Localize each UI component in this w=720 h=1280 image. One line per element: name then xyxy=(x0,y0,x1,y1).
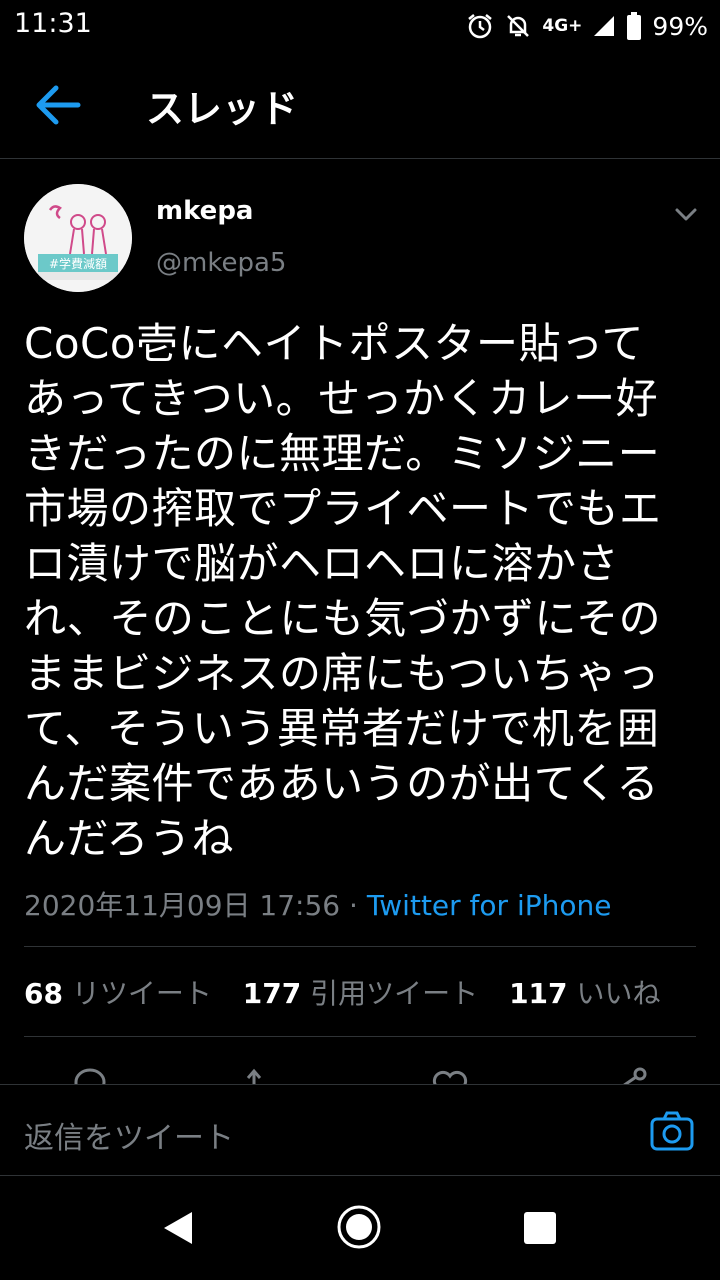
tweet-source[interactable]: Twitter for iPhone xyxy=(367,889,612,922)
tweet-stats: 68 リツイート 177 引用ツイート 117 いいね xyxy=(24,972,682,1012)
retweets-label: リツイート xyxy=(71,977,212,1010)
likes-count: 117 xyxy=(509,977,568,1010)
battery-percent: 99% xyxy=(652,11,708,41)
status-time: 11:31 xyxy=(14,8,92,39)
meta-separator: · xyxy=(340,889,367,922)
tweet-text: CoCo壱にヘイトポスター貼って あってきつい。せっかくカレー好 きだったのに無… xyxy=(24,319,662,863)
likes-stat[interactable]: 117 いいね xyxy=(509,977,660,1010)
notifications-off-icon xyxy=(507,15,530,37)
tweet-actions xyxy=(0,1060,720,1084)
nav-recents-icon[interactable] xyxy=(524,1212,556,1244)
signal-icon xyxy=(594,16,615,36)
status-icons: 4G+ 99% xyxy=(466,8,708,44)
tweet-timestamp[interactable]: 2020年11月09日 17:56 xyxy=(24,889,340,922)
quotes-label: 引用ツイート xyxy=(310,977,479,1010)
avatar-label: #学費減額 xyxy=(49,256,107,271)
network-type: 4G+ xyxy=(542,16,583,36)
divider xyxy=(24,946,696,947)
system-nav-bar xyxy=(0,1176,720,1280)
reply-input[interactable]: 返信をツイート xyxy=(24,1113,234,1157)
quotes-stat[interactable]: 177 引用ツイート xyxy=(243,977,478,1010)
top-app-bar: スレッド xyxy=(0,52,720,159)
page-title: スレッド xyxy=(146,87,299,131)
retweet-icon[interactable] xyxy=(246,1066,286,1084)
retweets-count: 68 xyxy=(24,977,63,1010)
back-arrow-icon[interactable] xyxy=(32,82,82,128)
nav-back-icon[interactable] xyxy=(162,1210,194,1246)
share-icon[interactable] xyxy=(610,1066,650,1084)
author-name[interactable]: mkepa xyxy=(156,196,253,226)
camera-icon[interactable] xyxy=(650,1111,694,1151)
chevron-down-icon[interactable] xyxy=(672,202,700,226)
avatar[interactable]: #学費減額 xyxy=(24,184,132,292)
retweets-stat[interactable]: 68 リツイート xyxy=(24,977,212,1010)
reply-icon[interactable] xyxy=(72,1066,110,1084)
avatar-illustration: #学費減額 xyxy=(24,184,132,292)
tweet-meta: 2020年11月09日 17:56 · Twitter for iPhone xyxy=(24,884,611,924)
status-bar: 11:31 4G+ 99% xyxy=(0,0,720,52)
author-handle[interactable]: @mkepa5 xyxy=(156,248,286,278)
battery-icon xyxy=(627,12,642,40)
likes-label: いいね xyxy=(576,977,661,1010)
quotes-count: 177 xyxy=(242,977,302,1010)
divider xyxy=(24,1036,696,1037)
like-icon[interactable] xyxy=(430,1066,470,1084)
reply-bar: 返信をツイート xyxy=(0,1084,720,1176)
alarm-icon xyxy=(468,14,493,39)
nav-home-icon[interactable] xyxy=(336,1204,382,1250)
